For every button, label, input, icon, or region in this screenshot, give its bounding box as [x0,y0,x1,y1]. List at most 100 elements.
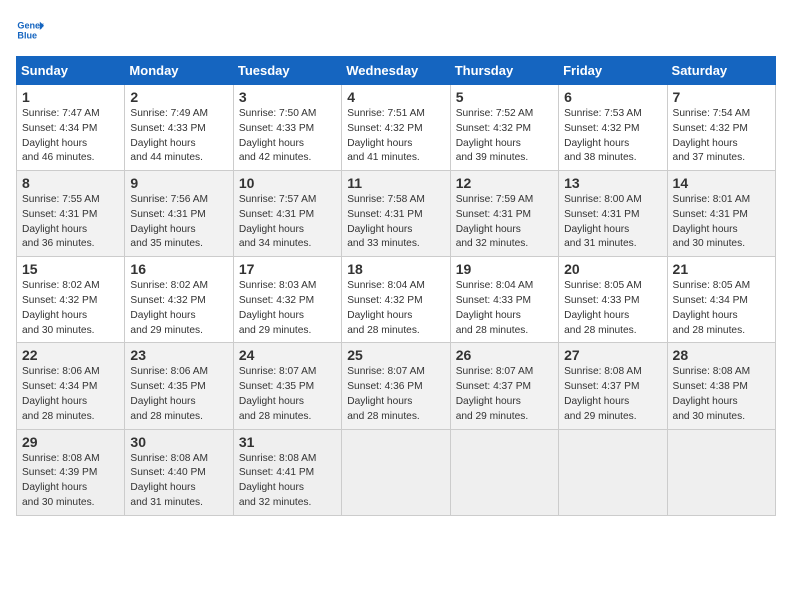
day-info: Sunrise: 8:08 AM Sunset: 4:41 PM Dayligh… [239,452,336,511]
day-number: 1 [22,89,119,105]
header-sunday: Sunday [17,57,125,85]
day-number: 22 [22,347,119,363]
header-monday: Monday [125,57,233,85]
calendar-row: 29 Sunrise: 8:08 AM Sunset: 4:39 PM Dayl… [17,429,776,515]
calendar-day-cell: 3 Sunrise: 7:50 AM Sunset: 4:33 PM Dayli… [233,85,341,171]
empty-cell [667,429,775,515]
calendar-row: 1 Sunrise: 7:47 AM Sunset: 4:34 PM Dayli… [17,85,776,171]
day-info: Sunrise: 7:53 AM Sunset: 4:32 PM Dayligh… [564,107,661,166]
calendar-day-cell: 27 Sunrise: 8:08 AM Sunset: 4:37 PM Dayl… [559,343,667,429]
day-info: Sunrise: 8:08 AM Sunset: 4:37 PM Dayligh… [564,365,661,424]
day-info: Sunrise: 7:51 AM Sunset: 4:32 PM Dayligh… [347,107,444,166]
day-number: 20 [564,261,661,277]
day-info: Sunrise: 7:52 AM Sunset: 4:32 PM Dayligh… [456,107,553,166]
calendar-table: Sunday Monday Tuesday Wednesday Thursday… [16,56,776,516]
calendar-row: 22 Sunrise: 8:06 AM Sunset: 4:34 PM Dayl… [17,343,776,429]
calendar-day-cell: 29 Sunrise: 8:08 AM Sunset: 4:39 PM Dayl… [17,429,125,515]
day-number: 25 [347,347,444,363]
calendar-day-cell: 14 Sunrise: 8:01 AM Sunset: 4:31 PM Dayl… [667,171,775,257]
day-info: Sunrise: 7:55 AM Sunset: 4:31 PM Dayligh… [22,193,119,252]
day-number: 19 [456,261,553,277]
calendar-day-cell: 8 Sunrise: 7:55 AM Sunset: 4:31 PM Dayli… [17,171,125,257]
logo-icon: General Blue [16,16,44,44]
day-info: Sunrise: 7:47 AM Sunset: 4:34 PM Dayligh… [22,107,119,166]
day-number: 28 [673,347,770,363]
day-number: 15 [22,261,119,277]
day-info: Sunrise: 8:04 AM Sunset: 4:33 PM Dayligh… [456,279,553,338]
day-number: 9 [130,175,227,191]
day-number: 30 [130,434,227,450]
day-info: Sunrise: 7:54 AM Sunset: 4:32 PM Dayligh… [673,107,770,166]
header-wednesday: Wednesday [342,57,450,85]
calendar-day-cell: 18 Sunrise: 8:04 AM Sunset: 4:32 PM Dayl… [342,257,450,343]
calendar-day-cell: 7 Sunrise: 7:54 AM Sunset: 4:32 PM Dayli… [667,85,775,171]
day-info: Sunrise: 8:06 AM Sunset: 4:34 PM Dayligh… [22,365,119,424]
day-number: 24 [239,347,336,363]
calendar-day-cell: 30 Sunrise: 8:08 AM Sunset: 4:40 PM Dayl… [125,429,233,515]
day-number: 3 [239,89,336,105]
calendar-day-cell: 1 Sunrise: 7:47 AM Sunset: 4:34 PM Dayli… [17,85,125,171]
calendar-day-cell: 5 Sunrise: 7:52 AM Sunset: 4:32 PM Dayli… [450,85,558,171]
day-info: Sunrise: 8:08 AM Sunset: 4:40 PM Dayligh… [130,452,227,511]
day-info: Sunrise: 8:08 AM Sunset: 4:38 PM Dayligh… [673,365,770,424]
calendar-day-cell: 17 Sunrise: 8:03 AM Sunset: 4:32 PM Dayl… [233,257,341,343]
header-saturday: Saturday [667,57,775,85]
page-header: General Blue [16,16,776,44]
calendar-day-cell: 23 Sunrise: 8:06 AM Sunset: 4:35 PM Dayl… [125,343,233,429]
day-number: 2 [130,89,227,105]
calendar-day-cell: 21 Sunrise: 8:05 AM Sunset: 4:34 PM Dayl… [667,257,775,343]
day-info: Sunrise: 7:58 AM Sunset: 4:31 PM Dayligh… [347,193,444,252]
day-info: Sunrise: 8:04 AM Sunset: 4:32 PM Dayligh… [347,279,444,338]
header-tuesday: Tuesday [233,57,341,85]
day-number: 12 [456,175,553,191]
calendar-day-cell: 2 Sunrise: 7:49 AM Sunset: 4:33 PM Dayli… [125,85,233,171]
day-number: 27 [564,347,661,363]
calendar-day-cell: 26 Sunrise: 8:07 AM Sunset: 4:37 PM Dayl… [450,343,558,429]
empty-cell [559,429,667,515]
day-info: Sunrise: 8:00 AM Sunset: 4:31 PM Dayligh… [564,193,661,252]
day-info: Sunrise: 8:05 AM Sunset: 4:33 PM Dayligh… [564,279,661,338]
calendar-day-cell: 31 Sunrise: 8:08 AM Sunset: 4:41 PM Dayl… [233,429,341,515]
day-info: Sunrise: 8:07 AM Sunset: 4:35 PM Dayligh… [239,365,336,424]
day-info: Sunrise: 8:07 AM Sunset: 4:36 PM Dayligh… [347,365,444,424]
day-number: 29 [22,434,119,450]
weekday-header-row: Sunday Monday Tuesday Wednesday Thursday… [17,57,776,85]
day-number: 5 [456,89,553,105]
day-info: Sunrise: 8:01 AM Sunset: 4:31 PM Dayligh… [673,193,770,252]
day-info: Sunrise: 7:49 AM Sunset: 4:33 PM Dayligh… [130,107,227,166]
empty-cell [342,429,450,515]
day-number: 21 [673,261,770,277]
day-number: 26 [456,347,553,363]
day-info: Sunrise: 8:03 AM Sunset: 4:32 PM Dayligh… [239,279,336,338]
calendar-day-cell: 20 Sunrise: 8:05 AM Sunset: 4:33 PM Dayl… [559,257,667,343]
day-number: 23 [130,347,227,363]
day-info: Sunrise: 8:07 AM Sunset: 4:37 PM Dayligh… [456,365,553,424]
day-number: 11 [347,175,444,191]
day-number: 4 [347,89,444,105]
logo: General Blue [16,16,44,44]
calendar-day-cell: 19 Sunrise: 8:04 AM Sunset: 4:33 PM Dayl… [450,257,558,343]
day-number: 13 [564,175,661,191]
day-info: Sunrise: 7:57 AM Sunset: 4:31 PM Dayligh… [239,193,336,252]
calendar-row: 8 Sunrise: 7:55 AM Sunset: 4:31 PM Dayli… [17,171,776,257]
calendar-day-cell: 24 Sunrise: 8:07 AM Sunset: 4:35 PM Dayl… [233,343,341,429]
calendar-day-cell: 11 Sunrise: 7:58 AM Sunset: 4:31 PM Dayl… [342,171,450,257]
day-info: Sunrise: 7:50 AM Sunset: 4:33 PM Dayligh… [239,107,336,166]
calendar-day-cell: 4 Sunrise: 7:51 AM Sunset: 4:32 PM Dayli… [342,85,450,171]
calendar-day-cell: 13 Sunrise: 8:00 AM Sunset: 4:31 PM Dayl… [559,171,667,257]
day-info: Sunrise: 8:06 AM Sunset: 4:35 PM Dayligh… [130,365,227,424]
header-friday: Friday [559,57,667,85]
calendar-day-cell: 16 Sunrise: 8:02 AM Sunset: 4:32 PM Dayl… [125,257,233,343]
calendar-day-cell: 25 Sunrise: 8:07 AM Sunset: 4:36 PM Dayl… [342,343,450,429]
header-thursday: Thursday [450,57,558,85]
day-number: 10 [239,175,336,191]
day-number: 6 [564,89,661,105]
day-number: 17 [239,261,336,277]
calendar-day-cell: 28 Sunrise: 8:08 AM Sunset: 4:38 PM Dayl… [667,343,775,429]
calendar-day-cell: 22 Sunrise: 8:06 AM Sunset: 4:34 PM Dayl… [17,343,125,429]
calendar-row: 15 Sunrise: 8:02 AM Sunset: 4:32 PM Dayl… [17,257,776,343]
calendar-day-cell: 9 Sunrise: 7:56 AM Sunset: 4:31 PM Dayli… [125,171,233,257]
day-info: Sunrise: 8:02 AM Sunset: 4:32 PM Dayligh… [22,279,119,338]
day-info: Sunrise: 7:56 AM Sunset: 4:31 PM Dayligh… [130,193,227,252]
day-info: Sunrise: 8:02 AM Sunset: 4:32 PM Dayligh… [130,279,227,338]
